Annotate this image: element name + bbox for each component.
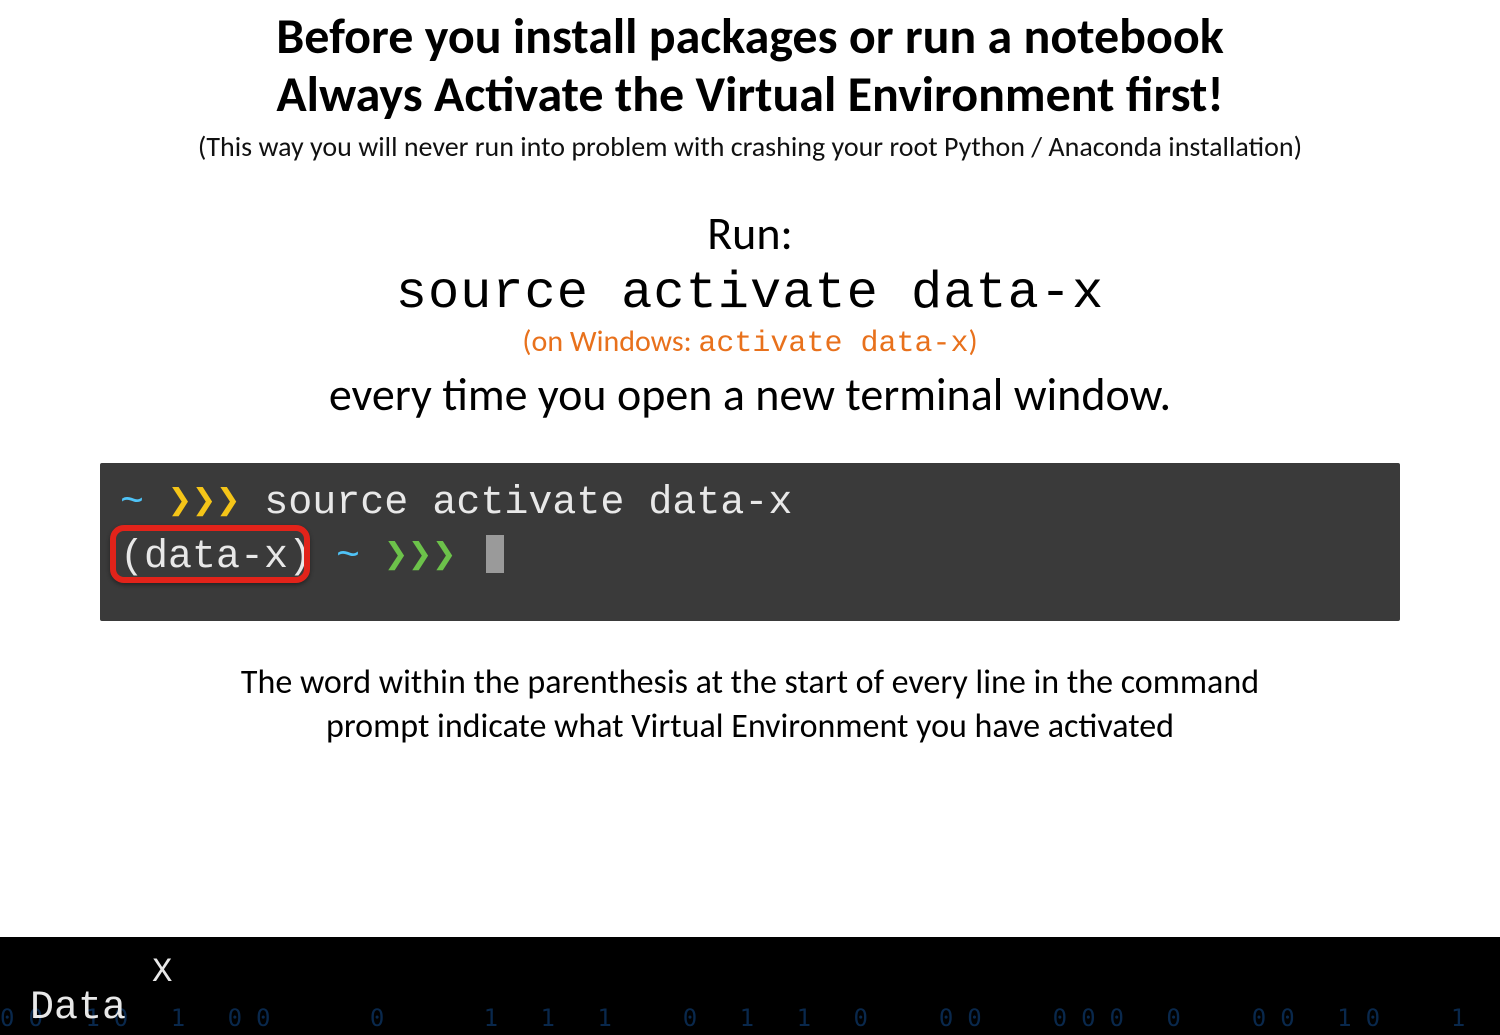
- terminal-spacer: [456, 535, 480, 580]
- run-command: source activate data-x: [0, 264, 1500, 323]
- terminal-line-1: ~ ❯❯❯ source activate data-x: [120, 477, 1380, 531]
- env-name-label: (data-x): [120, 535, 312, 580]
- matrix-background: 00 10 1 00 0 1 1 1 0 1 1 0 00 000 0 00 1…: [0, 937, 1500, 1035]
- data-x-logo: Data X: [30, 986, 126, 1031]
- windows-suffix: ): [968, 323, 977, 360]
- footer-banner: 00 10 1 00 0 1 1 1 0 1 1 0 00 000 0 00 1…: [0, 937, 1500, 1035]
- logo-text: Data: [30, 986, 126, 1031]
- main-heading: Before you install packages or run a not…: [0, 0, 1500, 123]
- slide-page: Before you install packages or run a not…: [0, 0, 1500, 1035]
- explain-line-1: The word within the parenthesis at the s…: [40, 661, 1460, 705]
- terminal-line-2: (data-x) ~ ❯❯❯: [120, 531, 1380, 585]
- cursor-icon: [486, 535, 504, 573]
- prompt-chevrons-icon: ❯❯❯: [168, 481, 240, 526]
- heading-line-2: Always Activate the Virtual Environment …: [0, 66, 1500, 124]
- every-time-text: every time you open a new terminal windo…: [0, 367, 1500, 423]
- tilde-icon: ~: [120, 481, 144, 526]
- logo-x: X: [152, 954, 172, 992]
- sub-heading: (This way you will never run into proble…: [0, 129, 1500, 164]
- windows-note: (on Windows: activate data-x): [0, 323, 1500, 361]
- matrix-row: 00 10 1 00 0 1 1 1 0 1 1 0 00 000 0 00 1…: [0, 1003, 1500, 1033]
- run-instructions: Run: source activate data-x (on Windows:…: [0, 206, 1500, 423]
- terminal-command-text: source activate data-x: [240, 481, 792, 526]
- windows-prefix: (on Windows:: [522, 323, 698, 360]
- tilde-icon: ~: [336, 535, 360, 580]
- terminal-screenshot: ~ ❯❯❯ source activate data-x (data-x) ~ …: [100, 463, 1400, 621]
- windows-command: activate data-x: [698, 327, 968, 361]
- explanation-text: The word within the parenthesis at the s…: [0, 661, 1500, 749]
- terminal-window: ~ ❯❯❯ source activate data-x (data-x) ~ …: [100, 463, 1400, 621]
- heading-line-1: Before you install packages or run a not…: [0, 8, 1500, 66]
- run-label: Run:: [0, 206, 1500, 262]
- prompt-chevrons-icon: ❯❯❯: [384, 535, 456, 580]
- explain-line-2: prompt indicate what Virtual Environment…: [40, 705, 1460, 749]
